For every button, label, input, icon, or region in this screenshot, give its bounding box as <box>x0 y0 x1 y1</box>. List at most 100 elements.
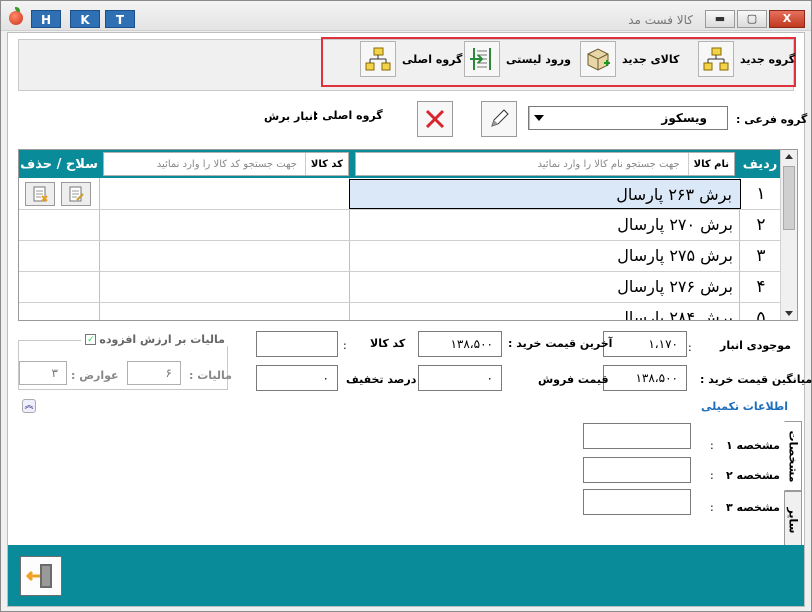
sub-group-select[interactable]: ویسکوز <box>528 106 728 130</box>
avg-price-field[interactable]: ۱۳۸،۵۰۰ <box>603 365 687 391</box>
new-item-button[interactable]: کالای جدید <box>580 41 679 77</box>
row-number: ۲ <box>756 215 766 235</box>
code-colon: : <box>343 339 347 352</box>
spec-2-colon: : <box>710 469 714 482</box>
quick-button-h[interactable]: H <box>31 10 61 28</box>
hierarchy-icon <box>698 41 734 77</box>
table-row[interactable]: ۴ برش ۲۷۶ پارسال <box>19 272 781 303</box>
delete-row-button[interactable] <box>25 182 55 206</box>
quick-button-t[interactable]: T <box>105 10 135 28</box>
edit-doc-icon <box>69 186 84 202</box>
edit-group-button[interactable] <box>481 101 517 137</box>
duties-label: عوارض : <box>71 369 119 382</box>
window-title: کالا فست مد <box>628 13 693 27</box>
sub-group-label: گروه فرعی : <box>736 113 808 126</box>
header-row-number[interactable]: ردیف <box>739 150 781 178</box>
table-row[interactable]: ۱ برش ۲۶۳ پارسال <box>19 179 781 210</box>
title-bar: H K T کالا فست مد ▬ ▢ X <box>1 1 811 31</box>
tax-field[interactable]: ۶ <box>127 361 181 385</box>
sale-price-label: قیمت فروش <box>538 373 609 386</box>
stock-colon: : <box>688 341 692 354</box>
tab-other[interactable]: سایر <box>784 491 802 549</box>
row-number: ۴ <box>756 277 766 297</box>
row-name[interactable]: برش ۲۷۵ پارسال <box>349 241 741 271</box>
scroll-down-icon[interactable] <box>785 311 793 316</box>
delete-x-icon <box>425 109 445 129</box>
vat-title[interactable]: مالیات بر ارزش افزوده ✓ <box>81 333 229 346</box>
vat-checkbox[interactable]: ✓ <box>85 334 97 345</box>
spec-1-label: مشخصه ۱ <box>726 439 780 452</box>
close-button[interactable]: X <box>769 10 805 28</box>
code-search-placeholder: جهت جستجو کد کالا را وارد نمائید <box>156 158 297 170</box>
vat-title-label: مالیات بر ارزش افزوده <box>99 333 225 346</box>
minimize-button[interactable]: ▬ <box>705 10 735 28</box>
stock-label: موجودی انبار <box>720 339 791 352</box>
row-number: ۱ <box>756 184 766 204</box>
list-import-icon <box>464 41 500 77</box>
spec-1-field[interactable] <box>583 423 691 449</box>
footer-bar <box>8 545 804 606</box>
app-window: H K T کالا فست مد ▬ ▢ X گروه جدید کالای … <box>0 0 812 612</box>
list-import-button[interactable]: ورود لیستی <box>464 41 571 77</box>
table-row[interactable]: ۲ برش ۲۷۰ پارسال <box>19 210 781 241</box>
name-search-field[interactable]: نام کالا جهت جستجو نام کالا را وارد نمائ… <box>355 152 735 176</box>
spec-3-label: مشخصه ۳ <box>726 501 780 514</box>
item-code-label: کد کالا <box>370 337 406 350</box>
main-group-caption: گروه اصلی : <box>314 109 383 122</box>
main-group-label: گروه اصلی <box>402 52 463 66</box>
app-logo-icon <box>9 7 23 25</box>
delete-group-button[interactable] <box>417 101 453 137</box>
stock-field[interactable]: ۱،۱۷۰ <box>603 331 687 357</box>
grid-scrollbar[interactable] <box>780 150 797 320</box>
main-group-value: انبار برش <box>264 110 317 123</box>
duties-field[interactable]: ۳ <box>19 361 67 385</box>
chevron-down-icon[interactable] <box>529 107 547 129</box>
row-name[interactable]: برش ۲۷۶ پارسال <box>349 272 741 302</box>
spec-2-label: مشخصه ۲ <box>726 469 780 482</box>
spec-3-colon: : <box>710 501 714 514</box>
exit-door-icon <box>26 564 52 588</box>
row-number: ۳ <box>756 246 766 266</box>
maximize-button[interactable]: ▢ <box>737 10 767 28</box>
table-row[interactable]: ۳ برش ۲۷۵ پارسال <box>19 241 781 272</box>
row-name[interactable]: برش ۲۷۰ پارسال <box>349 210 741 240</box>
discount-field[interactable]: ۰ <box>256 365 338 391</box>
new-group-label: گروه جدید <box>740 52 796 66</box>
sub-group-value: ویسکوز <box>661 111 707 125</box>
code-search-field[interactable]: کد کالا جهت جستجو کد کالا را وارد نمائید <box>103 152 349 176</box>
vat-group: مالیات بر ارزش افزوده ✓ مالیات : ۶ عوارض… <box>18 333 232 390</box>
new-item-label: کالای جدید <box>622 52 680 66</box>
list-import-label: ورود لیستی <box>506 52 571 66</box>
code-search-tag: کد کالا <box>304 153 348 175</box>
main-group-button[interactable]: گروه اصلی <box>360 41 462 77</box>
name-search-placeholder: جهت جستجو نام کالا را وارد نمائید <box>537 158 680 170</box>
exit-button[interactable] <box>20 556 62 596</box>
sale-price-field[interactable]: ۰ <box>418 365 502 391</box>
tax-label: مالیات : <box>189 369 232 382</box>
row-name[interactable]: برش ۲۶۳ پارسال <box>349 179 741 209</box>
main-group-icon <box>360 41 396 77</box>
scroll-thumb[interactable] <box>783 166 795 230</box>
avg-price-label: میانگین قیمت خرید : <box>700 373 812 386</box>
table-row[interactable]: ۵ برش ۲۸۴ پارسال <box>19 303 781 321</box>
tab-specs[interactable]: مشخصات <box>784 421 802 491</box>
spec-2-field[interactable] <box>583 457 691 483</box>
discount-label: درصد تخفیف <box>346 373 417 386</box>
pencil-icon <box>491 109 509 127</box>
new-group-button[interactable]: گروه جدید <box>698 41 795 77</box>
tab-other-label: سایر <box>786 507 800 533</box>
delete-doc-icon <box>33 186 48 202</box>
spec-3-field[interactable] <box>583 489 691 515</box>
row-number: ۵ <box>756 308 766 321</box>
scroll-up-icon[interactable] <box>785 154 793 159</box>
item-code-field[interactable] <box>256 331 338 357</box>
collapse-icon[interactable]: ︽ <box>22 399 36 413</box>
tab-specs-label: مشخصات <box>786 430 800 482</box>
last-price-label: آخرین قیمت خرید : <box>508 337 613 350</box>
last-price-field[interactable]: ۱۳۸،۵۰۰ <box>418 331 502 357</box>
edit-row-button[interactable] <box>61 182 91 206</box>
name-search-tag: نام کالا <box>687 153 734 175</box>
extra-info-title[interactable]: اطلاعات تکمیلی <box>701 400 788 413</box>
row-name[interactable]: برش ۲۸۴ پارسال <box>349 303 741 320</box>
quick-button-k[interactable]: K <box>70 10 100 28</box>
